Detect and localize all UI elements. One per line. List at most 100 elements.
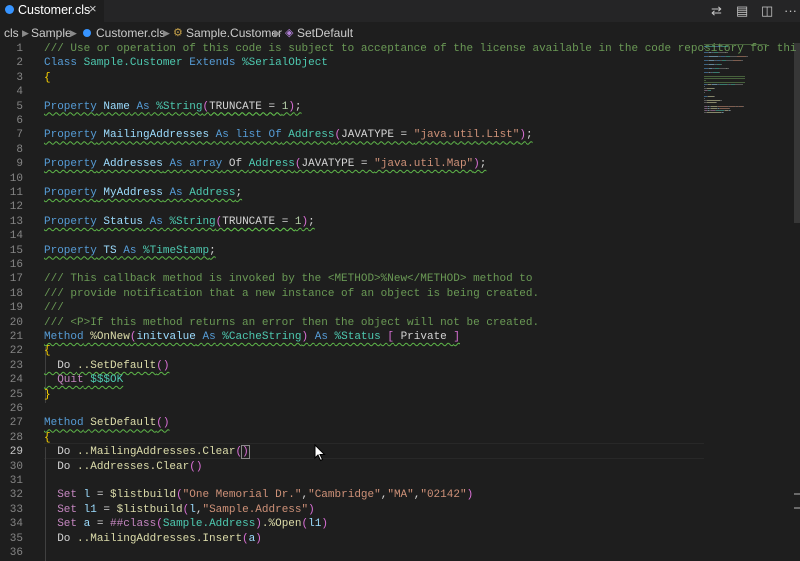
code-editor[interactable]: 1 2 3 4 5 6 7 8 9 10 11 12 13 14 15 16 17 18 19 20 21 22 23 24 2…	[0, 43, 800, 561]
code-token: $listbuild	[110, 489, 177, 502]
code-token: %String	[156, 100, 203, 113]
minimap-token	[704, 86, 705, 87]
line-number: 5	[16, 100, 23, 113]
breadcrumb-item-class[interactable]: Sample.Customer	[186, 26, 282, 40]
breadcrumb-item-file[interactable]: Customer.cls	[96, 26, 165, 40]
code-line[interactable]: /// Use or operation of this code is sub…	[44, 43, 797, 55]
breadcrumb-item-cls[interactable]: cls	[4, 26, 19, 40]
code-token: Address	[189, 187, 236, 199]
code-line[interactable]: Property MailingAddresses As list Of Add…	[44, 129, 533, 141]
breadcrumb-item-method[interactable]: SetDefault	[297, 26, 353, 40]
minimap-token	[742, 60, 743, 61]
code-token: Sample.Customer	[83, 57, 183, 70]
code-line[interactable]: Property TS As %TimeStamp;	[44, 245, 216, 257]
code-token: ]	[453, 331, 460, 343]
code-token: l1	[83, 503, 97, 516]
code-line[interactable]: Do ..SetDefault()	[44, 360, 169, 372]
code-token: "One Memorial Dr."	[182, 489, 302, 502]
code-line[interactable]: Property Addresses As array Of Address(J…	[44, 158, 486, 170]
code-token: ;	[209, 244, 216, 257]
code-line[interactable]: {	[44, 345, 51, 357]
code-line[interactable]: /// This callback method is invoked by t…	[44, 273, 532, 285]
line-number: 10	[9, 172, 23, 185]
split-editor-icon[interactable]: ◫	[761, 3, 773, 19]
code-token: Status	[103, 215, 144, 228]
code-token: /// This callback method is invoked by t…	[44, 273, 533, 286]
code-token: (	[156, 518, 163, 531]
line-number: 9	[16, 158, 23, 171]
code-line[interactable]: Method SetDefault()	[44, 417, 169, 429]
code-line[interactable]: Do ..MailingAddresses.Insert(a)	[44, 533, 262, 545]
code-token: Name	[103, 100, 130, 113]
code-line[interactable]: Set l1 = $listbuild(l,"Sample.Address")	[44, 504, 315, 516]
code-token: Address	[248, 158, 295, 171]
code-token: As	[169, 187, 183, 199]
code-token: ()	[156, 359, 170, 372]
code-token: %String	[169, 215, 216, 228]
breadcrumb: cls ▶ Sample ▶ Customer.cls ▶ ⚙ Sample.C…	[0, 22, 800, 43]
open-changes-icon[interactable]: ⇄	[711, 3, 722, 19]
minimap-token	[727, 52, 728, 53]
code-line[interactable]: }	[44, 389, 51, 401]
code-token: JAVATYPE =	[341, 129, 414, 142]
scrollbar-thumb[interactable]	[794, 43, 800, 223]
line-number: 1	[16, 43, 23, 55]
chevron-right-icon: ▶	[163, 28, 170, 38]
minimap-token	[721, 100, 722, 101]
minimap-token	[707, 100, 720, 101]
code-line[interactable]: Class Sample.Customer Extends %SerialObj…	[44, 57, 328, 69]
code-token: Address	[288, 129, 335, 142]
code-token: "MA"	[387, 489, 414, 502]
breadcrumb-item-sample[interactable]: Sample	[31, 26, 72, 40]
mouse-cursor-icon	[314, 444, 326, 462]
code-line[interactable]: Do ..MailingAddresses.Clear()	[44, 445, 250, 460]
code-line[interactable]: Property MyAddress As Address;	[44, 187, 242, 199]
line-number: 34	[9, 518, 23, 531]
code-line[interactable]: /// provide notification that a new inst…	[44, 288, 539, 300]
code-token: list Of	[235, 129, 282, 142]
code-token: ;	[479, 158, 487, 171]
code-line[interactable]: Set a = ##class(Sample.Address).%Open(l1…	[44, 518, 328, 530]
minimap-token	[714, 96, 715, 97]
code-line[interactable]: {	[44, 72, 51, 84]
code-line[interactable]: Do ..Addresses.Clear()	[44, 461, 202, 473]
minimap-token	[709, 56, 718, 57]
code-line[interactable]: Property Status As %String(TRUNCATE = 1)…	[44, 216, 315, 228]
preview-icon[interactable]: ▤	[736, 3, 748, 19]
minimap-token	[733, 60, 741, 61]
code-token: ..MailingAddresses.Insert	[77, 532, 243, 545]
code-token: %Status	[334, 331, 381, 343]
tab-customer-cls[interactable]: Customer.cls ×	[0, 0, 104, 22]
vertical-scrollbar[interactable]	[794, 43, 800, 561]
code-line[interactable]: Set l = $listbuild("One Memorial Dr.","C…	[44, 489, 473, 501]
code-token: l	[189, 503, 196, 516]
code-line[interactable]: Method %OnNew(initvalue As %CacheString)…	[44, 331, 460, 343]
code-token: )	[466, 489, 474, 502]
minimap-token	[742, 84, 743, 85]
class-symbol-icon: ⚙	[173, 27, 183, 39]
line-number: 36	[9, 547, 23, 559]
code-line[interactable]: ///	[44, 302, 64, 314]
code-token: )	[255, 532, 262, 545]
code-token: =	[90, 518, 111, 531]
code-line[interactable]: /// <P>If this method returns an error t…	[44, 317, 539, 329]
more-actions-icon[interactable]: ···	[784, 3, 797, 19]
close-icon[interactable]: ×	[89, 1, 97, 16]
line-number: 15	[9, 244, 23, 257]
code-token: Property	[44, 158, 97, 171]
minimap[interactable]	[704, 43, 794, 223]
code-token: ///	[44, 302, 64, 315]
code-token: "java.util.List"	[413, 129, 520, 142]
chevron-right-icon: ▶	[70, 28, 77, 38]
code-token: Do	[44, 532, 78, 545]
minimap-token	[707, 102, 716, 103]
code-line[interactable]: Quit $$$OK	[44, 374, 123, 386]
code-line[interactable]: {	[44, 432, 51, 444]
code-token: /// provide notification that a new inst…	[44, 287, 540, 300]
minimap-token	[719, 72, 720, 73]
code-line[interactable]: Property Name As %String(TRUNCATE = 1);	[44, 101, 302, 113]
code-token: /// Use or operation of this code is sub…	[44, 43, 797, 55]
